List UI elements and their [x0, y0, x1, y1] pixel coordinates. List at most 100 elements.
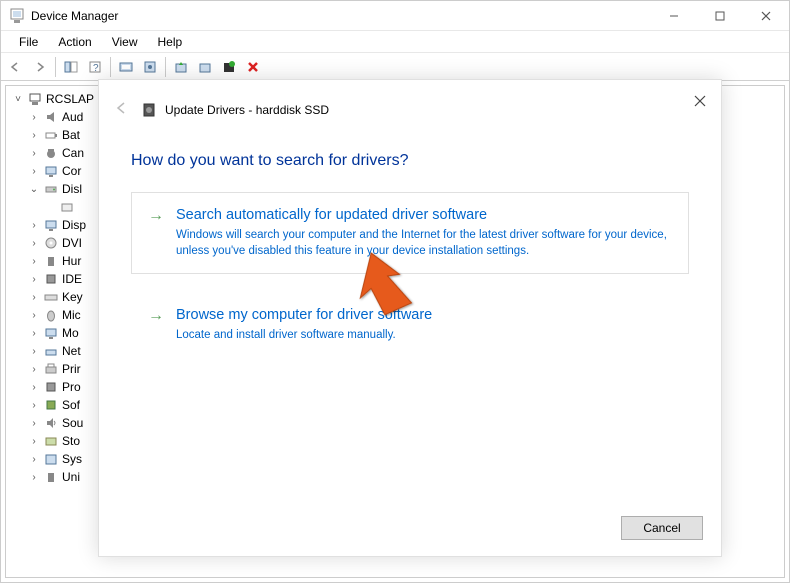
device-icon [43, 253, 59, 269]
chevron-icon[interactable]: ⌄ [28, 184, 40, 195]
tree-node-label: Cor [62, 164, 81, 178]
chevron-icon[interactable]: › [28, 400, 40, 411]
chevron-icon[interactable]: › [28, 220, 40, 231]
dialog-close-icon[interactable] [693, 94, 707, 113]
dialog-footer: Cancel [621, 516, 703, 540]
chevron-down-icon[interactable]: ˅ [12, 94, 24, 105]
device-icon [43, 469, 59, 485]
tree-node-label: Bat [62, 128, 80, 142]
device-icon [43, 271, 59, 287]
menu-action[interactable]: Action [48, 33, 101, 51]
chevron-icon[interactable]: › [28, 130, 40, 141]
chevron-icon[interactable]: › [28, 310, 40, 321]
device-icon [43, 127, 59, 143]
menubar: File Action View Help [1, 31, 789, 53]
option-browse-computer[interactable]: → Browse my computer for driver software… [131, 292, 689, 358]
chevron-icon[interactable]: › [28, 148, 40, 159]
update-driver-icon[interactable] [170, 56, 192, 78]
nav-forward-button[interactable] [29, 56, 51, 78]
device-icon [43, 235, 59, 251]
option2-title: Browse my computer for driver software [176, 307, 674, 323]
properties-icon[interactable] [139, 56, 161, 78]
device-icon [43, 289, 59, 305]
chevron-icon[interactable]: › [28, 292, 40, 303]
arrow-right-icon: → [148, 207, 164, 225]
toolbar: ? [1, 53, 789, 81]
svg-text:?: ? [93, 63, 99, 74]
option1-desc: Windows will search your computer and th… [176, 227, 674, 259]
chevron-icon[interactable]: › [28, 274, 40, 285]
tree-node-label: DVI [62, 236, 82, 250]
scan-hardware-icon[interactable] [115, 56, 137, 78]
device-icon [43, 397, 59, 413]
arrow-right-icon: → [148, 307, 164, 325]
tree-node-label: Disp [62, 218, 86, 232]
chevron-icon[interactable]: › [28, 328, 40, 339]
chevron-icon[interactable]: › [28, 472, 40, 483]
device-icon [43, 109, 59, 125]
maximize-button[interactable] [697, 1, 743, 30]
disk-icon [141, 102, 157, 118]
device-icon [43, 325, 59, 341]
window-titlebar: Device Manager [1, 1, 789, 31]
minimize-button[interactable] [651, 1, 697, 30]
computer-icon [27, 91, 43, 107]
hdd-icon [59, 199, 75, 215]
chevron-icon[interactable]: › [28, 436, 40, 447]
dialog-header: Update Drivers - harddisk SSD [131, 92, 689, 128]
chevron-icon[interactable]: › [28, 112, 40, 123]
tree-node-label: Prir [62, 362, 81, 376]
tree-node-label: Net [62, 344, 81, 358]
option-search-automatically[interactable]: → Search automatically for updated drive… [131, 192, 689, 274]
device-icon [43, 433, 59, 449]
uninstall-device-icon[interactable] [194, 56, 216, 78]
update-driver-dialog: Update Drivers - harddisk SSD How do you… [98, 79, 722, 557]
back-arrow-icon[interactable] [113, 99, 131, 122]
menu-file[interactable]: File [9, 33, 48, 51]
delete-icon[interactable] [242, 56, 264, 78]
device-icon [43, 361, 59, 377]
tree-node-label: Aud [62, 110, 83, 124]
nav-back-button[interactable] [5, 56, 27, 78]
toolbar-separator [110, 57, 111, 77]
window-title: Device Manager [31, 9, 651, 23]
tree-node-label: Sys [62, 452, 82, 466]
chevron-icon[interactable]: › [28, 382, 40, 393]
show-hide-console-button[interactable] [60, 56, 82, 78]
dialog-title: Update Drivers - harddisk SSD [165, 103, 329, 117]
close-button[interactable] [743, 1, 789, 30]
chevron-icon[interactable]: › [28, 454, 40, 465]
tree-node-label: Sto [62, 434, 80, 448]
device-icon [43, 343, 59, 359]
toolbar-separator [165, 57, 166, 77]
device-icon [43, 217, 59, 233]
tree-node-label: Disl [62, 182, 82, 196]
toolbar-separator [55, 57, 56, 77]
tree-node-label: Uni [62, 470, 80, 484]
device-icon [43, 451, 59, 467]
disable-device-icon[interactable] [218, 56, 240, 78]
chevron-icon[interactable]: › [28, 238, 40, 249]
cancel-button[interactable]: Cancel [621, 516, 703, 540]
device-icon [43, 163, 59, 179]
option2-desc: Locate and install driver software manua… [176, 327, 674, 343]
option1-title: Search automatically for updated driver … [176, 207, 674, 223]
chevron-icon[interactable]: › [28, 256, 40, 267]
help-button[interactable]: ? [84, 56, 106, 78]
menu-view[interactable]: View [102, 33, 148, 51]
chevron-icon[interactable]: › [28, 418, 40, 429]
chevron-icon[interactable]: › [28, 166, 40, 177]
window-buttons [651, 1, 789, 30]
tree-node-label: IDE [62, 272, 82, 286]
tree-root-label: RCSLAP [46, 92, 94, 106]
tree-node-label: Sou [62, 416, 83, 430]
device-icon [43, 307, 59, 323]
device-icon [43, 379, 59, 395]
menu-help[interactable]: Help [148, 33, 193, 51]
device-icon [43, 415, 59, 431]
tree-node-label: Key [62, 290, 83, 304]
chevron-icon[interactable]: › [28, 364, 40, 375]
chevron-icon[interactable]: › [28, 346, 40, 357]
tree-node-label: Hur [62, 254, 81, 268]
app-icon [9, 8, 25, 24]
